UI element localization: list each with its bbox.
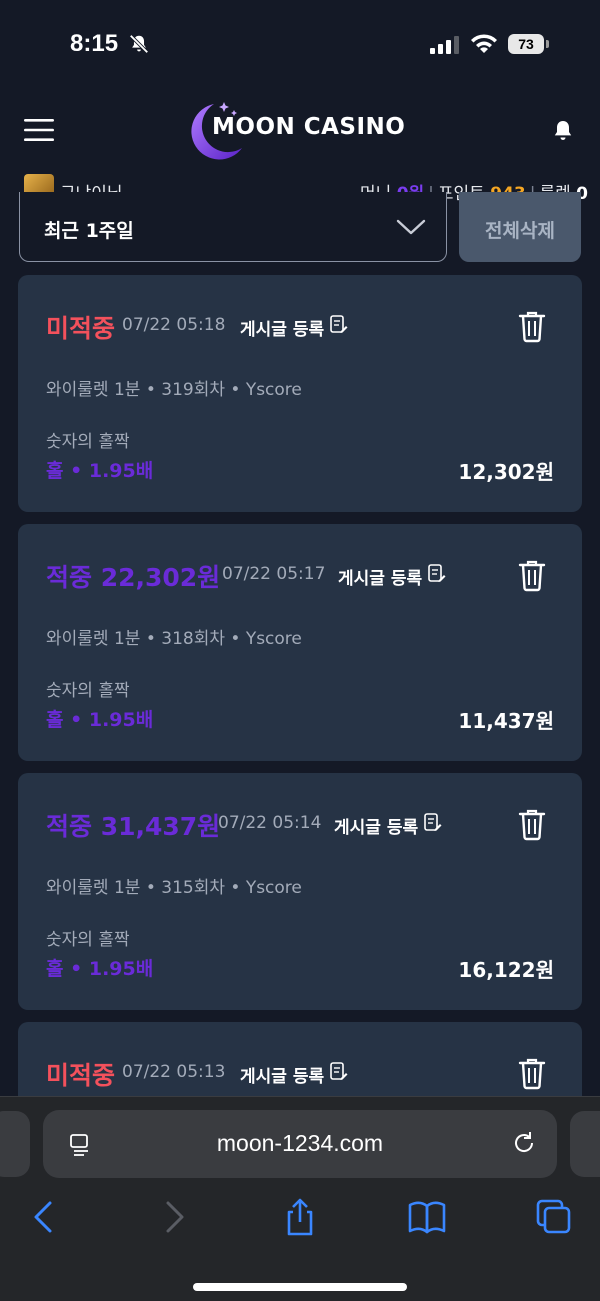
cellular-signal-icon xyxy=(430,36,459,54)
url-text: moon-1234.com xyxy=(216,1130,384,1156)
bet-status: 적중 31,437원 xyxy=(46,812,221,841)
post-register-button[interactable]: 게시글 등록 xyxy=(338,564,422,589)
bet-pick: 홀 • 1.95배 xyxy=(46,709,154,731)
bet-status: 적중 22,302원 xyxy=(46,563,221,592)
bet-pick: 홀 • 1.95배 xyxy=(46,958,154,980)
back-arrow-icon[interactable] xyxy=(24,1197,64,1237)
logo-text: MOON CASINO xyxy=(212,114,406,140)
site-header: MOON CASINO xyxy=(0,90,600,170)
trash-icon[interactable] xyxy=(516,309,548,343)
bet-time: 07/22 05:18 xyxy=(122,315,226,335)
bell-muted-icon xyxy=(129,34,149,54)
game-info: 와이룰렛 1분 • 318회차 • Yscore xyxy=(46,629,302,649)
bet-time: 07/22 05:13 xyxy=(122,1062,226,1082)
game-info: 와이룰렛 1분 • 319회차 • Yscore xyxy=(46,380,302,400)
bet-history-card: 미적중 07/22 05:18 게시글 등록 와이룰렛 1분 • 319회차 •… xyxy=(18,275,582,512)
period-select-value: 최근 1주일 xyxy=(44,220,134,242)
bet-amount: 11,437원 xyxy=(458,709,554,733)
bet-status: 미적중 xyxy=(46,314,116,343)
trash-icon[interactable] xyxy=(516,558,548,592)
status-bar: 8:15 73 xyxy=(0,0,600,90)
forward-arrow-icon[interactable] xyxy=(154,1197,194,1237)
bet-pick: 홀 • 1.95배 xyxy=(46,460,154,482)
edit-document-icon[interactable] xyxy=(330,315,348,335)
edit-document-icon[interactable] xyxy=(330,1062,348,1082)
site-logo[interactable]: MOON CASINO xyxy=(180,96,430,166)
home-indicator xyxy=(193,1283,407,1291)
trash-icon[interactable] xyxy=(516,807,548,841)
bookmarks-icon[interactable] xyxy=(407,1197,447,1237)
status-time: 8:15 xyxy=(70,30,119,57)
address-bar[interactable]: moon-1234.com xyxy=(43,1110,557,1178)
next-tab-preview[interactable] xyxy=(570,1111,600,1177)
delete-all-button[interactable]: 전체삭제 xyxy=(459,192,581,262)
post-register-button[interactable]: 게시글 등록 xyxy=(240,315,324,340)
bet-type: 숫자의 홀짝 xyxy=(46,432,130,452)
wifi-icon xyxy=(471,34,497,53)
bet-type: 숫자의 홀짝 xyxy=(46,930,130,950)
tabs-icon[interactable] xyxy=(534,1197,574,1237)
browser-toolbar: moon-1234.com xyxy=(0,1096,600,1301)
bet-status: 미적중 xyxy=(46,1061,116,1090)
chevron-down-icon xyxy=(396,219,426,235)
edit-document-icon[interactable] xyxy=(428,564,446,584)
previous-tab-preview[interactable] xyxy=(0,1111,30,1177)
battery-tip xyxy=(546,40,549,48)
bet-history-card: 적중 22,302원 07/22 05:17 게시글 등록 와이룰렛 1분 • … xyxy=(18,524,582,761)
trash-icon[interactable] xyxy=(516,1056,548,1090)
game-info: 와이룰렛 1분 • 315회차 • Yscore xyxy=(46,878,302,898)
bet-history-card: 적중 31,437원 07/22 05:14 게시글 등록 와이룰렛 1분 • … xyxy=(18,773,582,1010)
notification-bell-icon[interactable] xyxy=(550,118,576,144)
bet-type: 숫자의 홀짝 xyxy=(46,681,130,701)
bet-time: 07/22 05:14 xyxy=(218,813,322,833)
bet-time: 07/22 05:17 xyxy=(222,564,326,584)
bet-amount: 16,122원 xyxy=(458,958,554,982)
post-register-button[interactable]: 게시글 등록 xyxy=(334,813,418,838)
reload-icon[interactable] xyxy=(511,1130,537,1156)
edit-document-icon[interactable] xyxy=(424,813,442,833)
share-icon[interactable] xyxy=(280,1197,320,1237)
hamburger-menu-icon[interactable] xyxy=(24,118,54,142)
bet-amount: 12,302원 xyxy=(458,460,554,484)
period-select[interactable]: 최근 1주일 xyxy=(19,192,447,262)
battery-icon: 73 xyxy=(508,34,544,54)
post-register-button[interactable]: 게시글 등록 xyxy=(240,1062,324,1087)
